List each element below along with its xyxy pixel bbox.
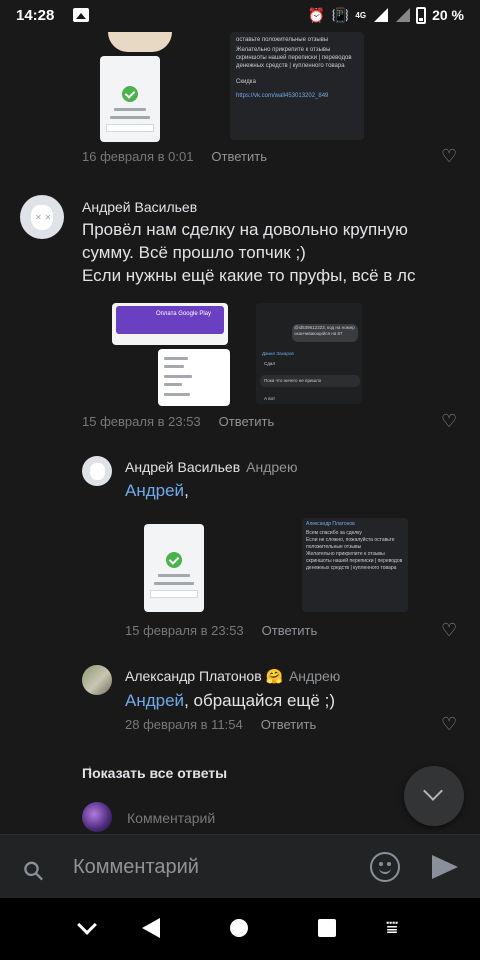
emoji-icon[interactable] [370,852,400,882]
reply-button[interactable]: Ответить [211,149,267,164]
reply-button[interactable]: Ответить [261,717,317,732]
comment-meta: 28 февраля в 11:54 Ответить [125,717,316,732]
attachment-text: Оплата Google Play [156,311,211,317]
avatar[interactable]: ✕✕ [20,195,64,239]
reply-to: Андрею [246,459,298,475]
navigation-bar: ⩸ [0,898,480,960]
author-name[interactable]: Андрей Васильев [82,199,197,215]
check-icon [166,552,182,568]
like-icon[interactable]: ♡ [441,715,459,733]
comment-text: Андрей, обращайся ещё ;) [125,689,335,712]
attachment-image[interactable]: Александр Платонов Всем спасибо за сделк… [302,518,408,612]
notifications-icon[interactable]: ⩸ [386,918,406,940]
attachment-image[interactable] [100,56,160,142]
attachment-text: Скидка [236,79,256,85]
gallery-icon [73,8,89,22]
attachment-text: Если не сложно, пожалуйста оставьте поло… [306,537,395,550]
avatar[interactable] [82,456,112,486]
vibrate-icon: 📳 [331,7,350,23]
comment-input[interactable]: Комментарий [73,856,199,879]
mention-link[interactable]: Андрей [125,691,184,710]
attachment-text: @id539612323, код на номер оканчивающийс… [294,325,355,336]
author-name-text[interactable]: Андрей Васильев [125,459,240,475]
signal-icon [372,7,389,23]
comment-text: Андрей, [125,479,189,502]
attachment-text: А вот [264,396,276,401]
like-icon[interactable]: ♡ [441,147,459,165]
comment-line: Провёл нам сделку на довольно крупную [82,220,408,239]
author-name-text[interactable]: Александр Платонов 🤗 [125,668,283,684]
attachment-image[interactable] [144,524,204,612]
comment-date: 15 февраля в 23:53 [125,623,244,638]
author-name-text[interactable]: Андрей Васильев [82,199,197,215]
comment-placeholder[interactable]: Комментарий [127,810,215,826]
author-name[interactable]: Андрей Васильев Андрею [125,459,297,475]
attach-icon[interactable]: ⚲ [16,847,56,889]
attachment-image[interactable]: Оплата Google Play [112,303,228,345]
show-all-replies-button[interactable]: Показать все ответы [82,765,227,781]
attachment-text: Александр Платонов [306,521,355,527]
comments-feed[interactable]: оставьте положительные отзывы Желательно… [0,32,480,834]
attachment-text: Пока что ничего не пришло [264,378,322,383]
clock: 14:28 [16,7,55,24]
comment-composer: ⚲ Комментарий [0,834,480,898]
comment-text: Провёл нам сделку на довольно крупную су… [82,218,474,287]
alarm-icon: ⏰ [307,7,326,23]
battery-icon [416,6,427,24]
like-icon[interactable]: ♡ [441,412,459,430]
attachment-link: https://vk.com/wall453013202_849 [236,93,329,99]
attachment-text: Данил Захаров [262,351,294,356]
check-icon [122,86,138,102]
attachment-image[interactable]: @id539612323, код на номер оканчивающийс… [256,303,362,404]
home-icon[interactable] [230,919,248,937]
battery-percent: 20 % [432,7,464,23]
author-name[interactable]: Александр Платонов 🤗 Андрею [125,668,340,685]
mention-link[interactable]: Андрей [125,481,184,500]
attachment-text: Сдал [264,361,276,366]
comment-text-tail: , обращайся ещё ;) [184,691,335,710]
recents-icon[interactable] [318,919,336,937]
user-avatar [82,802,112,832]
send-icon[interactable] [432,855,458,879]
reply-button[interactable]: Ответить [219,414,275,429]
comment-date: 16 февраля в 0:01 [82,149,194,164]
comment-date: 28 февраля в 11:54 [125,717,243,732]
attachment-image[interactable] [108,32,172,52]
attachment-text: Всем спасибо за сделку [306,530,362,536]
chevron-down-icon[interactable] [77,915,97,935]
attachment-image[interactable] [158,349,230,406]
like-icon[interactable]: ♡ [441,621,459,639]
comment-text-tail: , [184,481,189,500]
back-icon[interactable] [142,918,160,938]
comment-date: 15 февраля в 23:53 [82,414,201,429]
comment-line: Если нужны ещё какие то пруфы, всё в лс [82,266,416,285]
comment-meta: 15 февраля в 23:53 Ответить [125,623,317,638]
scroll-down-button[interactable] [404,766,464,826]
reply-button[interactable]: Ответить [262,623,318,638]
avatar[interactable] [82,665,112,695]
network-type: 4G [355,10,367,20]
reply-to: Андрею [288,668,341,684]
attachment-text: Желательно прикрепите к отзывы скриншоты… [306,551,403,571]
comment-meta: 15 февраля в 23:53 Ответить [82,414,274,429]
signal-icon [394,7,411,23]
comment-meta: 16 февраля в 0:01 Ответить [82,149,267,164]
attachment-text: Желательно прикрепите к отзывы скриншоты… [236,47,352,69]
attachment-text: оставьте положительные отзывы [236,37,329,43]
attachment-image[interactable]: оставьте положительные отзывы Желательно… [230,32,364,140]
status-bar: 14:28 ⏰ 📳 4G 20 % [0,0,480,32]
comment-line: сумму. Всё прошло топчик ;) [82,243,306,262]
